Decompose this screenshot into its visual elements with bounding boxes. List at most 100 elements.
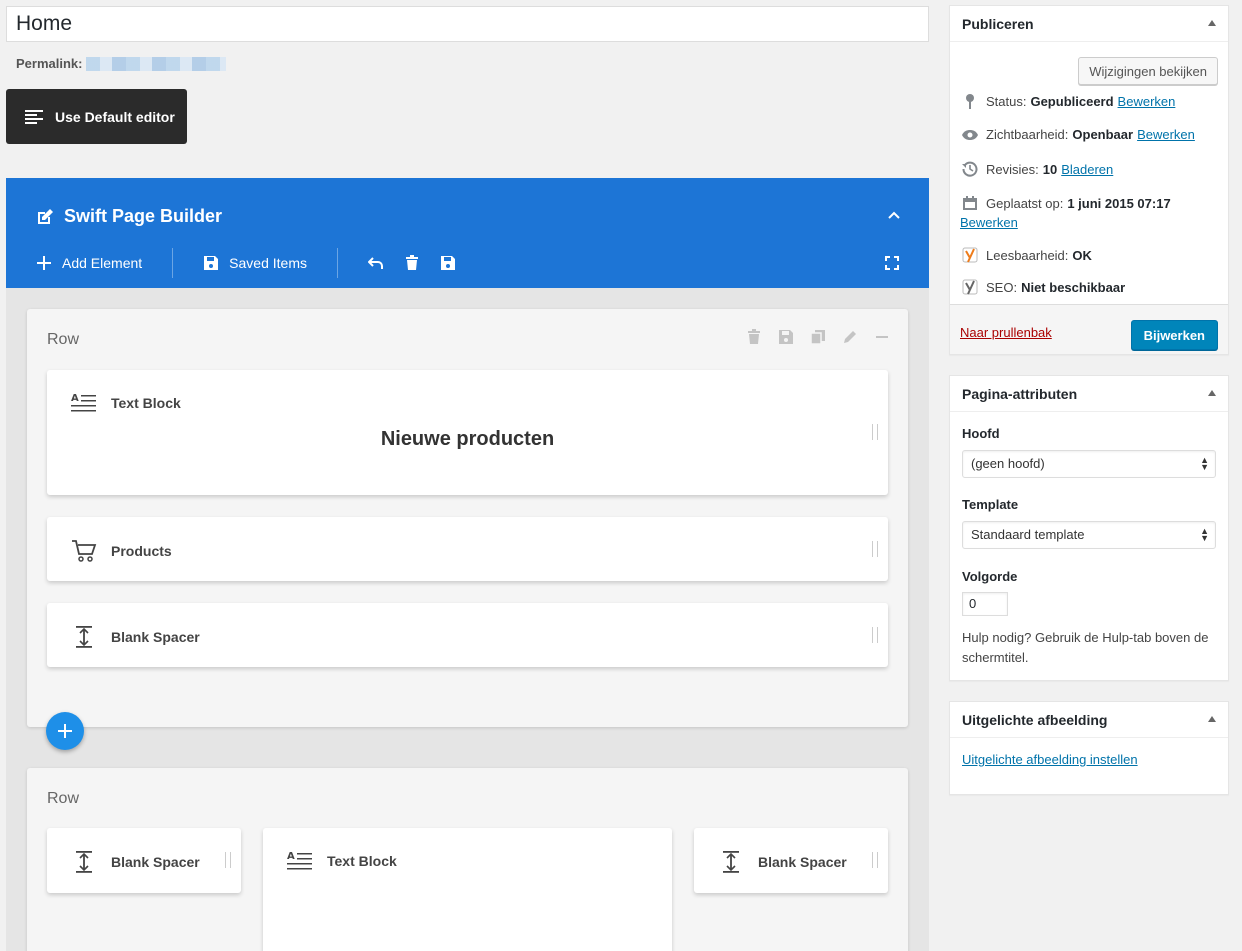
element-header: Blank Spacer [718,850,847,874]
drag-handle[interactable] [872,541,878,557]
element-header: Blank Spacer [71,850,200,874]
element-text-block[interactable]: A Text Block [263,828,672,951]
element-header: Blank Spacer [71,625,200,649]
fullscreen-icon[interactable] [885,256,899,270]
preview-changes-button[interactable]: Wijzigingen bekijken [1078,57,1218,85]
publish-box: Publiceren Wijzigingen bekijken Status: … [949,5,1229,355]
select-arrows-icon: ▲ ▼ [1200,455,1209,472]
svg-text:A: A [71,393,79,404]
featured-image-box: Uitgelichte afbeelding Uitgelichte afbee… [949,701,1229,795]
published-on-line: Geplaatst op: 1 juni 2015 07:17 [960,195,1171,211]
use-default-editor-label: Use Default editor [55,108,175,125]
svg-text:A: A [287,851,295,862]
pencil-icon[interactable] [842,329,858,345]
help-text: Hulp nodig? Gebruik de Hulp-tab boven de… [962,630,1209,665]
yoast-icon [962,279,978,295]
cart-icon [72,540,97,562]
row-label: Row [47,331,80,348]
drag-handle[interactable] [872,424,878,440]
toolbar-divider [337,248,338,278]
add-element-button[interactable]: Add Element [36,255,142,271]
element-text-block[interactable]: A Text Block Nieuwe producten [47,370,888,495]
chevron-up-icon[interactable] [887,208,901,222]
element-blank-spacer[interactable]: Blank Spacer [47,828,241,893]
trash-icon[interactable] [746,329,762,345]
spacer-icon [76,851,92,873]
seo-line: SEO: Niet beschikbaar [960,279,1125,295]
save-icon [441,256,455,270]
element-products[interactable]: Products [47,517,888,581]
permalink-label: Permalink: [16,56,83,71]
copy-icon[interactable] [810,329,826,345]
text-block-icon: A [287,851,312,870]
edit-square-icon [38,208,53,224]
parent-select[interactable]: (geen hoofd) ▲ ▼ [962,450,1216,478]
toggle-arrow-icon[interactable] [1208,716,1216,722]
builder-toolbar: Add Element Saved Items [6,246,929,280]
save-layout-button[interactable] [440,255,466,271]
browse-revisions-link[interactable]: Bladeren [1061,162,1113,177]
text-lines-icon [25,109,43,124]
delete-all-button[interactable] [404,255,430,271]
edit-status-link[interactable]: Bewerken [1118,94,1176,109]
element-header: A Text Block [71,392,181,414]
page-attributes-title: Pagina-attributen [950,376,1228,412]
template-label: Template [962,497,1019,512]
drag-handle[interactable] [872,627,878,643]
drag-handle[interactable] [872,852,878,868]
publish-actions: Naar prullenbak Bijwerken [950,304,1228,354]
spacer-icon [723,851,739,873]
toggle-arrow-icon[interactable] [1208,20,1216,26]
element-blank-spacer[interactable]: Blank Spacer [694,828,888,893]
toolbar-divider [172,248,174,278]
edit-visibility-link[interactable]: Bewerken [1137,127,1195,142]
trash-icon [406,255,418,270]
edit-date-link[interactable]: Bewerken [960,215,1018,230]
plus-icon [37,256,51,270]
element-header: A Text Block [287,850,397,872]
undo-button[interactable] [368,255,394,271]
text-block-icon: A [71,393,96,412]
calendar-icon [963,196,977,210]
page-builder: Swift Page Builder Add Element Saved Ite… [6,178,929,951]
parent-label: Hoofd [962,426,1000,441]
builder-row[interactable]: Row Blank Spacer A Text Block Blank Spac… [27,768,908,951]
spacer-icon [76,626,92,648]
plus-icon [58,724,72,738]
select-arrows-icon: ▲ ▼ [1200,526,1209,543]
status-line: Status: Gepubliceerd Bewerken [960,93,1175,109]
toggle-arrow-icon[interactable] [1208,390,1216,396]
readability-line: Leesbaarheid: OK [960,247,1092,263]
history-icon [962,161,978,177]
use-default-editor-button[interactable]: Use Default editor [6,89,187,144]
saved-items-button[interactable]: Saved Items [203,255,307,271]
yoast-icon [962,247,978,263]
revisions-line: Revisies: 10 Bladeren [960,161,1113,177]
order-input[interactable]: 0 [962,592,1008,616]
eye-icon [962,129,978,140]
template-select[interactable]: Standaard template ▲ ▼ [962,521,1216,549]
drag-handle[interactable] [225,852,231,868]
builder-header: Swift Page Builder Add Element Saved Ite… [6,178,929,288]
save-icon[interactable] [778,329,794,345]
visibility-line: Zichtbaarheid: Openbaar Bewerken [960,127,1195,142]
text-block-content: Nieuwe producten [380,428,555,450]
post-title-input[interactable]: Home [6,6,929,42]
featured-image-title: Uitgelichte afbeelding [950,702,1228,738]
save-icon [204,256,219,270]
pin-icon [966,94,974,109]
builder-title: Swift Page Builder [36,206,222,227]
builder-row[interactable]: Row A Text Block Nieuwe producten Produc… [27,309,908,727]
undo-icon [368,257,383,269]
permalink: Permalink: [16,56,227,71]
page-attributes-box: Pagina-attributen Hoofd (geen hoofd) ▲ ▼ … [949,375,1229,681]
element-header: Products [71,539,172,563]
element-blank-spacer[interactable]: Blank Spacer [47,603,888,667]
minus-icon[interactable] [874,329,890,345]
update-button[interactable]: Bijwerken [1130,320,1218,350]
move-to-trash-link[interactable]: Naar prullenbak [960,325,1052,340]
set-featured-image-link[interactable]: Uitgelichte afbeelding instellen [962,752,1138,767]
permalink-url-blurred[interactable] [86,56,227,71]
order-label: Volgorde [962,569,1018,584]
add-row-button[interactable] [46,712,84,750]
